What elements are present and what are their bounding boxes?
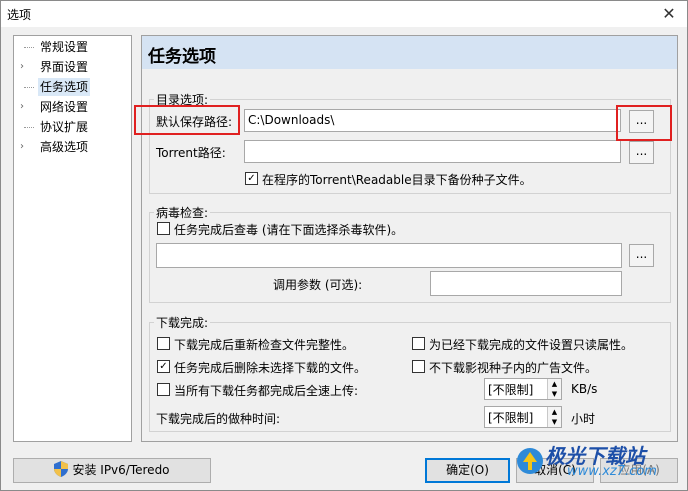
watermark: 极光下载站 www.xz7.com: [511, 440, 681, 484]
tree-item-label: 任务选项: [38, 78, 91, 96]
seed-time-value: [不限制]: [488, 411, 534, 425]
group-title: 下载完成:: [154, 314, 211, 331]
seed-time-unit: 小时: [571, 412, 596, 426]
settings-panel: 任务选项 目录选项: 默认保存路径: C:\Downloads\ ... Tor…: [134, 35, 678, 442]
virus-scan-checkbox[interactable]: [157, 222, 170, 235]
title-bar: 选项 ✕: [1, 1, 687, 27]
shield-icon: [54, 461, 69, 477]
upload-limit-spinner[interactable]: [不限制] ▲ ▼: [484, 378, 562, 400]
params-label: 调用参数 (可选):: [273, 278, 363, 292]
virus-scanner-path-input[interactable]: [156, 243, 622, 268]
install-ipv6-label: 安装 IPv6/Teredo: [72, 463, 170, 477]
options-dialog: 选项 ✕ 常规设置 › 界面设置 任务选项 › 网络设置 协议扩展 › 高级选项: [0, 0, 688, 491]
tree-item-label: 常规设置: [40, 40, 89, 54]
window-title: 选项: [7, 8, 32, 22]
watermark-logo-icon: [517, 448, 543, 474]
close-icon[interactable]: ✕: [657, 3, 681, 25]
upload-limit-value: [不限制]: [488, 383, 534, 397]
ok-button[interactable]: 确定(O): [425, 458, 510, 483]
tree-item-label: 高级选项: [40, 140, 89, 154]
tree-item-label: 网络设置: [40, 100, 89, 114]
no-ads-checkbox[interactable]: [412, 360, 425, 373]
highlight-default-path-label: [134, 105, 240, 135]
seed-time-label: 下载完成后的做种时间:: [156, 412, 281, 426]
tree-item-label: 协议扩展: [40, 120, 89, 134]
chevron-right-icon[interactable]: ›: [20, 98, 30, 116]
tree-line: [24, 127, 34, 128]
seed-time-spinner[interactable]: [不限制] ▲ ▼: [484, 406, 562, 428]
default-path-input[interactable]: C:\Downloads\: [244, 109, 621, 132]
delete-unselected-label: 任务完成后删除未选择下载的文件。: [174, 361, 367, 375]
delete-unselected-checkbox[interactable]: ✓: [157, 360, 170, 373]
chevron-right-icon[interactable]: ›: [20, 138, 30, 156]
torrent-path-input[interactable]: [244, 140, 621, 163]
virus-scan-label: 任务完成后查毒 (请在下面选择杀毒软件)。: [174, 223, 404, 237]
spinner-arrows-icon[interactable]: ▲ ▼: [547, 407, 561, 427]
group-title: 病毒检查:: [154, 204, 211, 221]
settings-tree: 常规设置 › 界面设置 任务选项 › 网络设置 协议扩展 › 高级选项: [13, 35, 132, 442]
recheck-checkbox[interactable]: [157, 337, 170, 350]
full-upload-label: 当所有下载任务都完成后全速上传:: [174, 384, 359, 398]
params-input[interactable]: [430, 271, 622, 296]
panel-header: 任务选项: [142, 36, 677, 69]
highlight-browse-button: [616, 105, 672, 141]
backup-checkbox-label: 在程序的Torrent\Readable目录下备份种子文件。: [262, 173, 532, 187]
chevron-right-icon[interactable]: ›: [20, 58, 30, 76]
readonly-label: 为已经下载完成的文件设置只读属性。: [429, 338, 634, 352]
tree-line: [24, 87, 34, 88]
tree-item-label: 界面设置: [40, 60, 89, 74]
readonly-checkbox[interactable]: [412, 337, 425, 350]
no-ads-label: 不下载影视种子内的广告文件。: [429, 361, 598, 375]
spinner-arrows-icon[interactable]: ▲ ▼: [547, 379, 561, 399]
full-upload-checkbox[interactable]: [157, 383, 170, 396]
browse-torrent-path-button[interactable]: ...: [629, 141, 654, 164]
backup-checkbox[interactable]: ✓: [245, 172, 258, 185]
browse-scanner-button[interactable]: ...: [629, 244, 654, 267]
recheck-label: 下载完成后重新检查文件完整性。: [174, 338, 355, 352]
torrent-path-label: Torrent路径:: [156, 146, 226, 160]
install-ipv6-button[interactable]: 安装 IPv6/Teredo: [13, 458, 211, 483]
tree-line: [24, 47, 34, 48]
upload-unit: KB/s: [571, 382, 598, 396]
watermark-sub-text: www.xz7.com: [567, 464, 657, 479]
panel-title: 任务选项: [148, 47, 216, 67]
